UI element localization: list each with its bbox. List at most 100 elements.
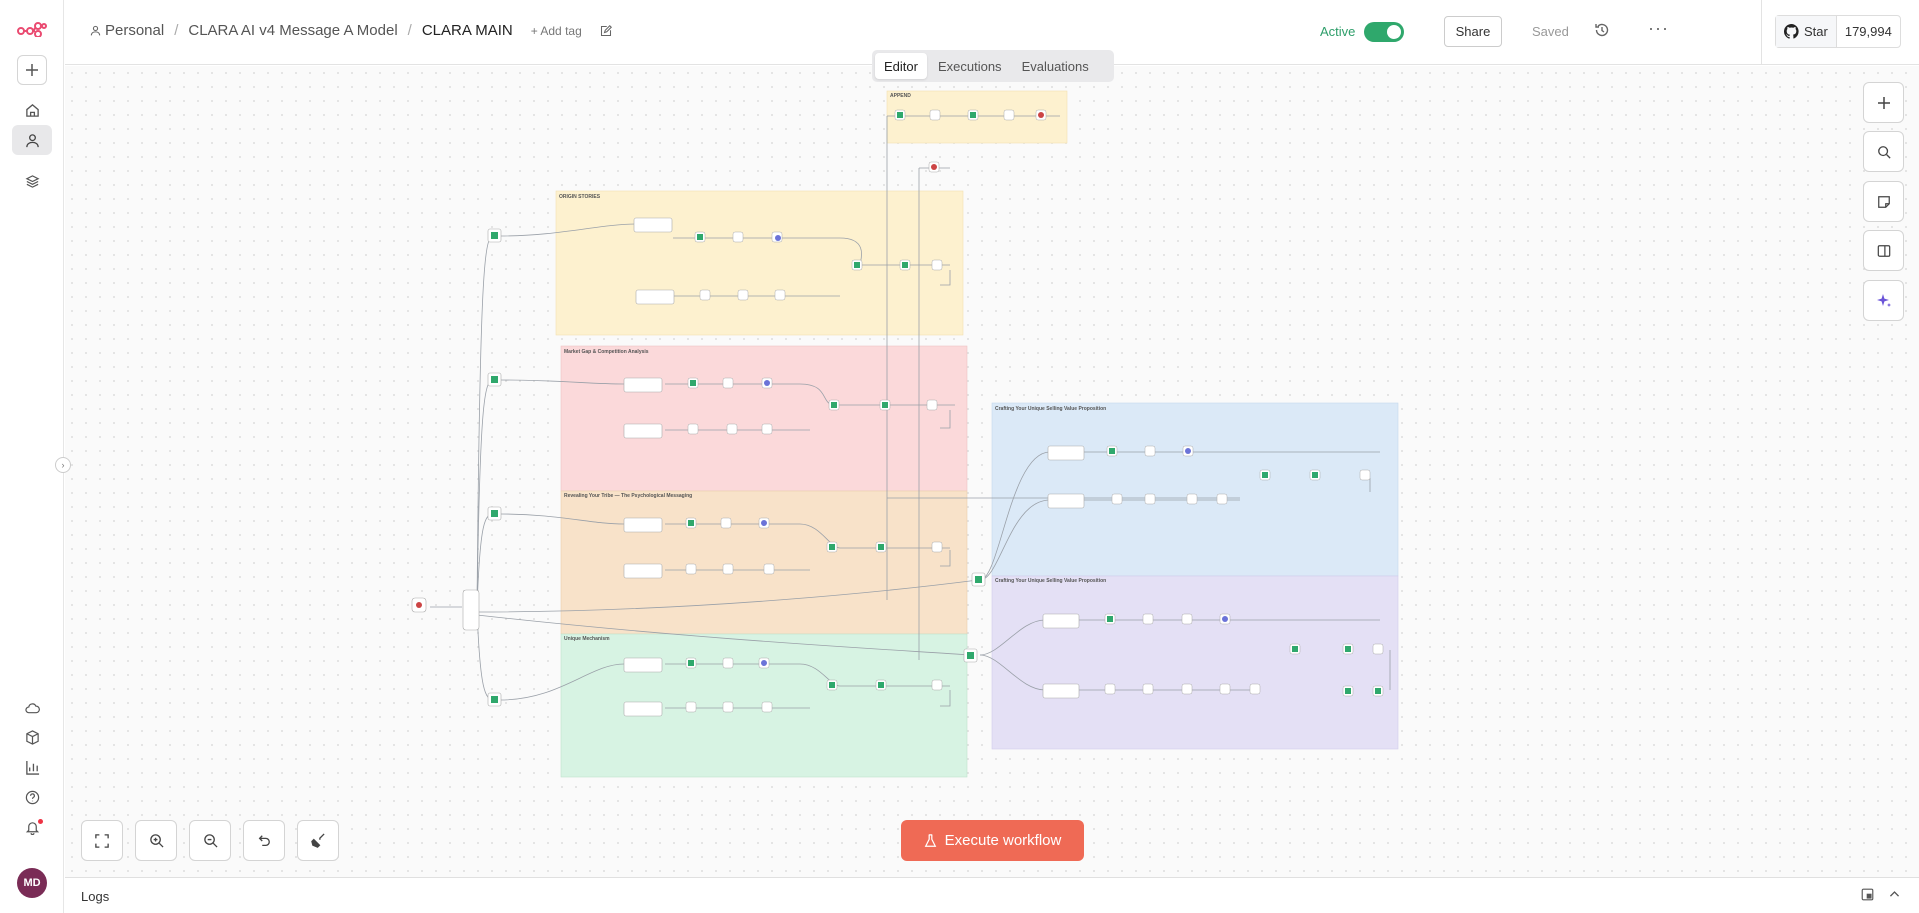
chevron-up-icon[interactable] — [1888, 888, 1901, 901]
node — [931, 259, 943, 271]
tab-evaluations[interactable]: Evaluations — [1013, 53, 1098, 79]
flask-icon — [924, 833, 937, 848]
plus-icon — [25, 63, 39, 77]
node — [726, 423, 738, 435]
workflow-canvas[interactable]: APPEND ORIGIN STORIES Market Gap & Compe… — [65, 66, 1919, 877]
ai-marker — [1185, 448, 1191, 454]
create-button[interactable] — [17, 55, 47, 85]
sheet-marker — [967, 652, 974, 659]
github-star-widget[interactable]: Star 179,994 — [1775, 15, 1901, 48]
sidebar-item-help[interactable] — [12, 782, 52, 812]
node — [1144, 493, 1156, 505]
tab-editor[interactable]: Editor — [875, 53, 927, 79]
node-agent-tribe — [623, 517, 663, 533]
sticky-title-tribe: Revealing Your Tribe — The Psychological… — [564, 493, 692, 499]
node — [931, 541, 943, 553]
active-toggle[interactable] — [1364, 22, 1404, 42]
node — [1181, 613, 1193, 625]
broom-icon — [310, 833, 326, 848]
tidy-up-button[interactable] — [297, 820, 339, 861]
add-tag-button[interactable]: + Add tag — [531, 24, 582, 38]
expand-sidebar-icon[interactable]: › — [55, 457, 71, 473]
sheet-marker — [878, 682, 884, 688]
node — [1142, 683, 1154, 695]
node — [722, 377, 734, 389]
user-icon — [90, 25, 101, 36]
box-icon — [25, 729, 40, 745]
trigger-marker — [931, 164, 937, 170]
breadcrumb-folder[interactable]: CLARA AI v4 Message A Model — [188, 22, 397, 39]
sheet-marker — [1292, 646, 1298, 652]
node — [722, 657, 734, 669]
sheet-marker — [1107, 616, 1113, 622]
avatar[interactable]: MD — [17, 868, 47, 898]
sheet-marker — [1345, 646, 1351, 652]
sidebar-item-home[interactable] — [12, 95, 52, 125]
node-agent-usp — [1047, 445, 1085, 461]
add-node-button[interactable] — [1863, 82, 1904, 123]
sheet-marker — [697, 234, 703, 240]
github-star-label: Star — [1804, 24, 1828, 39]
saved-status: Saved — [1532, 24, 1569, 39]
sidebar-item-personal[interactable] — [12, 125, 52, 155]
sidebar-item-cloud[interactable] — [12, 693, 52, 723]
node-agent-usp2-b — [1042, 683, 1080, 699]
node — [926, 399, 938, 411]
node — [1359, 469, 1371, 481]
sheet-marker — [1312, 472, 1318, 478]
history-icon[interactable] — [1594, 22, 1612, 40]
more-options-icon[interactable]: ··· — [1648, 18, 1669, 39]
node — [737, 289, 749, 301]
github-star-button[interactable]: Star — [1776, 16, 1837, 47]
zoom-to-fit-button[interactable] — [81, 820, 123, 861]
logs-panel[interactable]: Logs — [65, 877, 1919, 913]
sheet-marker — [688, 660, 694, 666]
sheet-marker — [1262, 472, 1268, 478]
search-nodes-button[interactable] — [1863, 131, 1904, 172]
home-icon — [25, 103, 40, 118]
ai-marker — [761, 660, 767, 666]
node-agent-market-2 — [623, 423, 663, 439]
sticky-note-icon — [1877, 195, 1891, 209]
zoom-out-icon — [203, 833, 218, 848]
edit-description-icon[interactable] — [600, 24, 612, 37]
add-sticky-button[interactable] — [1863, 181, 1904, 222]
node — [774, 289, 786, 301]
help-icon — [25, 790, 40, 805]
node — [763, 563, 775, 575]
zoom-in-button[interactable] — [135, 820, 177, 861]
header-divider — [1761, 0, 1762, 65]
node — [722, 701, 734, 713]
sheet-marker — [897, 112, 903, 118]
node — [1111, 493, 1123, 505]
tab-executions[interactable]: Executions — [929, 53, 1011, 79]
node — [1186, 493, 1198, 505]
node-agent-mechanism-2 — [623, 701, 663, 717]
share-button[interactable]: Share — [1444, 16, 1502, 47]
sidebar-item-projects[interactable] — [12, 166, 52, 196]
ai-assistant-button[interactable] — [1863, 280, 1904, 321]
zoom-out-button[interactable] — [189, 820, 231, 861]
node — [1249, 683, 1261, 695]
sheet-marker — [902, 262, 908, 268]
sidebar-item-templates[interactable] — [12, 722, 52, 752]
sticky-title-usp-2: Crafting Your Unique Selling Value Propo… — [995, 578, 1106, 584]
pop-out-icon[interactable] — [1861, 888, 1874, 901]
node — [685, 563, 697, 575]
execute-workflow-button[interactable]: Execute workflow — [901, 820, 1084, 861]
breadcrumb-personal[interactable]: Personal — [105, 22, 164, 39]
toggle-panel-button[interactable] — [1863, 230, 1904, 271]
sheet-marker — [878, 544, 884, 550]
breadcrumb: Personal / CLARA AI v4 Message A Model /… — [90, 22, 612, 39]
sidebar-item-notifications[interactable] — [12, 812, 52, 842]
node — [1003, 109, 1015, 121]
reset-zoom-button[interactable] — [243, 820, 285, 861]
sticky-usp-2 — [991, 575, 1399, 750]
node-agent-mechanism — [623, 657, 663, 673]
breadcrumb-separator: / — [407, 22, 412, 39]
sheet-marker — [688, 520, 694, 526]
workflow-name[interactable]: CLARA MAIN — [422, 22, 513, 39]
sidebar-item-insights[interactable] — [12, 752, 52, 782]
n8n-logo-icon[interactable] — [12, 14, 52, 44]
sheet-marker — [831, 402, 837, 408]
